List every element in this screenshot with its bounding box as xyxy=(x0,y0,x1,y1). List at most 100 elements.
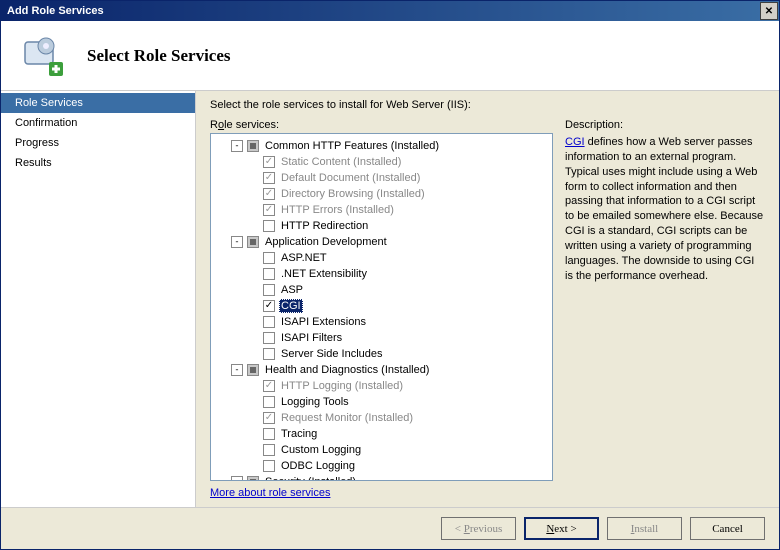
content-area: Role services: - Common HTTP Features (In… xyxy=(210,119,765,499)
sidebar-item-progress[interactable]: Progress xyxy=(1,133,195,153)
footer: < Previous Next > Install Cancel xyxy=(1,507,779,549)
tree-item[interactable]: ISAPI Extensions xyxy=(213,314,550,330)
tree-item-label: ISAPI Filters xyxy=(279,332,344,344)
tree-item-label: Custom Logging xyxy=(279,444,363,456)
tree-item-label: Server Side Includes xyxy=(279,348,385,360)
checkbox[interactable] xyxy=(263,428,275,440)
tree-group[interactable]: - Common HTTP Features (Installed) xyxy=(213,138,550,154)
tree-item-label: Common HTTP Features (Installed) xyxy=(263,140,441,152)
sidebar: Role ServicesConfirmationProgressResults xyxy=(1,91,196,507)
checkbox[interactable] xyxy=(263,396,275,408)
next-button[interactable]: Next > xyxy=(524,517,599,540)
tree-group[interactable]: - Application Development xyxy=(213,234,550,250)
checkbox[interactable] xyxy=(263,348,275,360)
tree-group[interactable]: - Security (Installed) xyxy=(213,474,550,481)
tree-item-label: ASP xyxy=(279,284,305,296)
tree-item[interactable]: Default Document (Installed) xyxy=(213,170,550,186)
main-panel: Select the role services to install for … xyxy=(196,91,779,507)
checkbox[interactable] xyxy=(247,140,259,152)
tree-item-label: Security (Installed) xyxy=(263,476,358,481)
expander-icon[interactable]: - xyxy=(231,140,243,152)
tree-item[interactable]: Directory Browsing (Installed) xyxy=(213,186,550,202)
cancel-button[interactable]: Cancel xyxy=(690,517,765,540)
checkbox[interactable] xyxy=(263,460,275,472)
body: Role ServicesConfirmationProgressResults… xyxy=(1,91,779,507)
tree-item-label: Default Document (Installed) xyxy=(279,172,422,184)
header: Select Role Services xyxy=(1,21,779,91)
checkbox[interactable] xyxy=(263,412,275,424)
previous-button[interactable]: < Previous xyxy=(441,517,516,540)
description-body: defines how a Web server passes informat… xyxy=(565,136,763,282)
role-services-tree[interactable]: - Common HTTP Features (Installed) Static … xyxy=(210,133,553,481)
tree-item[interactable]: Custom Logging xyxy=(213,442,550,458)
sidebar-item-results[interactable]: Results xyxy=(1,153,195,173)
instruction-text: Select the role services to install for … xyxy=(210,99,765,111)
page-title: Select Role Services xyxy=(87,46,231,66)
window-title: Add Role Services xyxy=(7,5,104,17)
checkbox[interactable] xyxy=(247,476,259,481)
tree-item[interactable]: ODBC Logging xyxy=(213,458,550,474)
tree-item-label: ODBC Logging xyxy=(279,460,357,472)
tree-item-label: Health and Diagnostics (Installed) xyxy=(263,364,431,376)
tree-item[interactable]: Tracing xyxy=(213,426,550,442)
checkbox[interactable] xyxy=(263,268,275,280)
tree-item[interactable]: Request Monitor (Installed) xyxy=(213,410,550,426)
tree-item-label: Directory Browsing (Installed) xyxy=(279,188,427,200)
expander-icon[interactable]: - xyxy=(231,476,243,481)
tree-item-label: Logging Tools xyxy=(279,396,351,408)
checkbox[interactable] xyxy=(247,364,259,376)
install-button[interactable]: Install xyxy=(607,517,682,540)
tree-item[interactable]: Static Content (Installed) xyxy=(213,154,550,170)
tree-item[interactable]: Logging Tools xyxy=(213,394,550,410)
checkbox[interactable] xyxy=(263,300,275,312)
tree-item-label: Static Content (Installed) xyxy=(279,156,403,168)
checkbox[interactable] xyxy=(263,220,275,232)
titlebar: Add Role Services ✕ xyxy=(1,1,779,21)
tree-item-label: ISAPI Extensions xyxy=(279,316,368,328)
tree-item[interactable]: Server Side Includes xyxy=(213,346,550,362)
checkbox[interactable] xyxy=(263,444,275,456)
tree-group[interactable]: - Health and Diagnostics (Installed) xyxy=(213,362,550,378)
checkbox[interactable] xyxy=(247,236,259,248)
description-text: CGI defines how a Web server passes info… xyxy=(565,135,765,283)
checkbox[interactable] xyxy=(263,156,275,168)
tree-item[interactable]: HTTP Errors (Installed) xyxy=(213,202,550,218)
more-info-link[interactable]: More about role services xyxy=(210,487,553,499)
wizard-window: Add Role Services ✕ Select Role Services… xyxy=(0,0,780,550)
wizard-icon xyxy=(19,32,67,80)
description-panel: Description: CGI defines how a Web serve… xyxy=(565,119,765,499)
tree-item-label: Application Development xyxy=(263,236,389,248)
tree-item[interactable]: CGI xyxy=(213,298,550,314)
tree-item-label: Request Monitor (Installed) xyxy=(279,412,415,424)
tree-item-label: ASP.NET xyxy=(279,252,329,264)
tree-item[interactable]: HTTP Redirection xyxy=(213,218,550,234)
checkbox[interactable] xyxy=(263,316,275,328)
checkbox[interactable] xyxy=(263,380,275,392)
close-button[interactable]: ✕ xyxy=(760,2,778,20)
description-link[interactable]: CGI xyxy=(565,136,585,148)
tree-item-label: .NET Extensibility xyxy=(279,268,369,280)
checkbox[interactable] xyxy=(263,332,275,344)
expander-icon[interactable]: - xyxy=(231,236,243,248)
checkbox[interactable] xyxy=(263,172,275,184)
tree-item[interactable]: ASP xyxy=(213,282,550,298)
tree-label: Role services: xyxy=(210,119,553,131)
tree-item[interactable]: .NET Extensibility xyxy=(213,266,550,282)
tree-item-label: HTTP Redirection xyxy=(279,220,370,232)
tree-section: Role services: - Common HTTP Features (In… xyxy=(210,119,553,499)
tree-item-label: CGI xyxy=(279,299,303,313)
tree-item[interactable]: ISAPI Filters xyxy=(213,330,550,346)
checkbox[interactable] xyxy=(263,204,275,216)
checkbox[interactable] xyxy=(263,188,275,200)
sidebar-item-role-services[interactable]: Role Services xyxy=(1,93,195,113)
tree-item-label: Tracing xyxy=(279,428,319,440)
tree-item[interactable]: HTTP Logging (Installed) xyxy=(213,378,550,394)
tree-item[interactable]: ASP.NET xyxy=(213,250,550,266)
tree-item-label: HTTP Logging (Installed) xyxy=(279,380,405,392)
tree-item-label: HTTP Errors (Installed) xyxy=(279,204,396,216)
sidebar-item-confirmation[interactable]: Confirmation xyxy=(1,113,195,133)
checkbox[interactable] xyxy=(263,284,275,296)
checkbox[interactable] xyxy=(263,252,275,264)
description-label: Description: xyxy=(565,119,765,131)
expander-icon[interactable]: - xyxy=(231,364,243,376)
